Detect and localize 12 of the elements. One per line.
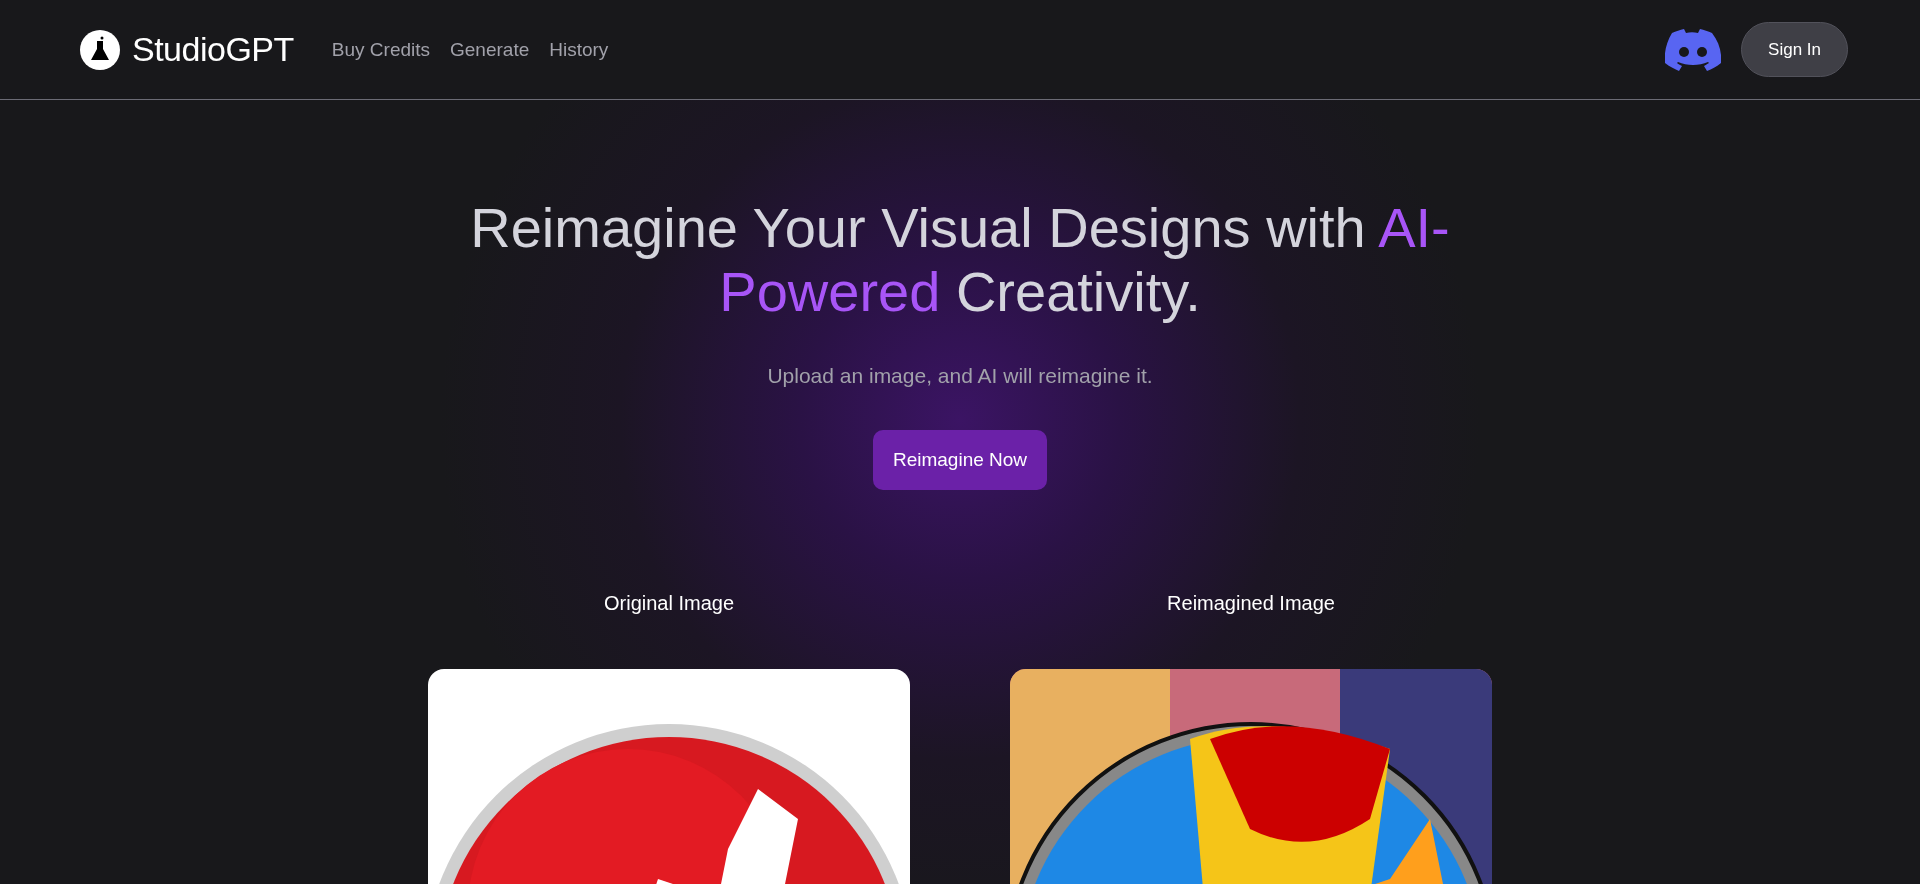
image-label: Reimagined Image bbox=[1167, 592, 1335, 615]
discord-icon[interactable] bbox=[1665, 28, 1722, 71]
hero-subtitle: Upload an image, and AI will reimagine it. bbox=[767, 364, 1153, 388]
sign-in-button[interactable]: Sign In bbox=[1741, 22, 1848, 77]
flask-logo-icon bbox=[80, 29, 120, 70]
nav-link[interactable]: Buy Credits bbox=[331, 38, 430, 61]
nav-link[interactable]: Generate bbox=[450, 38, 530, 61]
brand-name: StudioGPT bbox=[132, 30, 294, 69]
image-label: Original Image bbox=[603, 592, 735, 615]
hero-title: Reimagine Your Visual Designs with AI-Powered Creativity. bbox=[469, 196, 1451, 324]
nav-link[interactable]: History bbox=[549, 38, 609, 61]
reimagine-now-button[interactable]: Reimagine Now bbox=[872, 430, 1048, 490]
